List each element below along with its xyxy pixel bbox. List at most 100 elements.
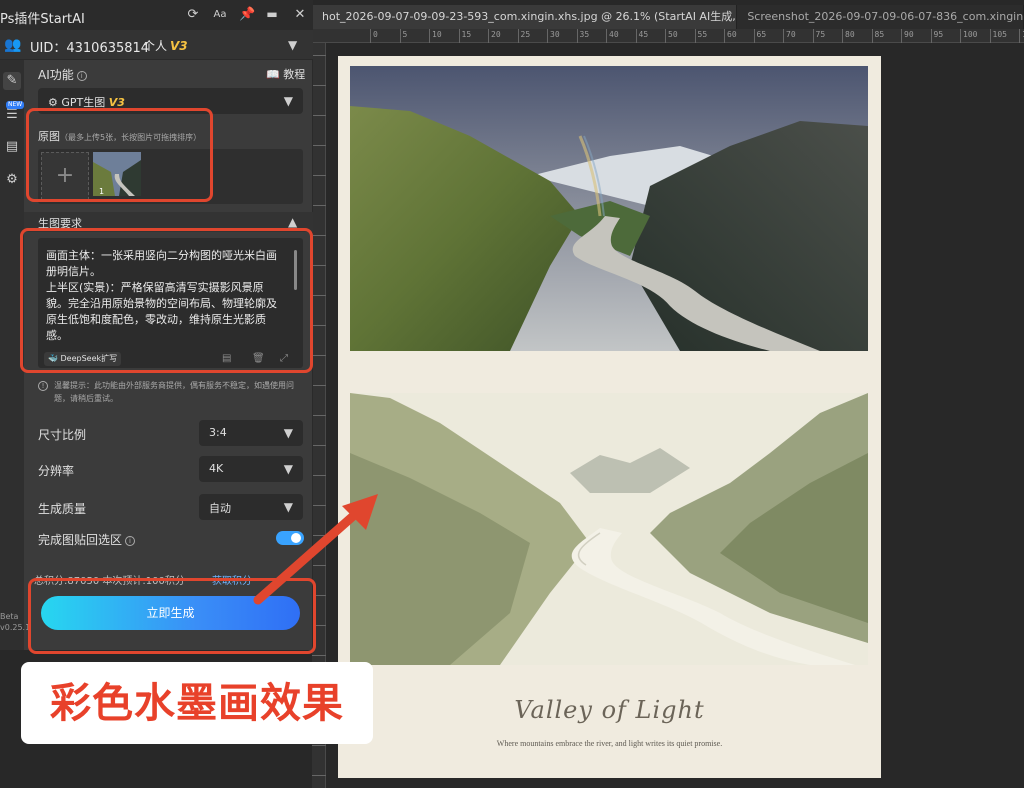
ruler-tick-label: 75 (815, 30, 826, 39)
landscape-photo (350, 66, 868, 351)
ruler-tick: 90 (901, 29, 914, 43)
edit-icon[interactable]: ✎ (3, 72, 21, 90)
ruler-tick (312, 205, 326, 206)
ruler-tick-label: 100 (963, 30, 978, 39)
document-caption: Where mountains embrace the river, and l… (496, 739, 723, 748)
ink-wash-painting (350, 393, 868, 665)
document-tab-active[interactable]: hot_2026-09-07-09-09-23-593_com.xingin.x… (312, 5, 738, 29)
ruler-tick-label: 45 (638, 30, 649, 39)
horizontal-ruler: 0 5 10 15 20 25 30 35 40 45 50 55 60 65 70 75 80 85 90 95 10… (312, 29, 1024, 43)
ruler-tick (312, 655, 326, 656)
ruler-tick (312, 265, 326, 266)
settings-icon[interactable]: ⚙ (3, 171, 21, 189)
ruler-tick (312, 775, 326, 776)
ruler-tick: 35 (576, 29, 589, 43)
ruler-tick: 75 (812, 29, 825, 43)
ruler-tick-label: 5 (402, 30, 408, 39)
ruler-tick-label: 30 (550, 30, 560, 39)
plan-badge: V3 (170, 39, 188, 53)
ruler-tick-label: 50 (668, 30, 678, 39)
document-tab-inactive[interactable]: Screenshot_2026-09-07-09-06-07-836_com.x… (737, 5, 1024, 29)
paste-back-label: 完成图贴回选区 i (38, 531, 136, 548)
clipboard-icon[interactable]: ▤ (3, 138, 21, 156)
ruler-tick: 25 (517, 29, 530, 43)
ruler-tick: 0 (370, 29, 378, 43)
info-icon: ! (38, 381, 48, 391)
ruler-tick: 5 (399, 29, 407, 43)
plan-label: 个人 V3 (143, 39, 188, 53)
highlight-box-requirements (20, 228, 313, 373)
ruler-tick (312, 145, 326, 146)
new-badge: NEW (6, 101, 25, 109)
ruler-tick (312, 385, 326, 386)
ruler-tick (312, 745, 326, 746)
ruler-tick: 65 (753, 29, 766, 43)
ruler-tick-label: 105 (992, 30, 1007, 39)
ruler-tick (312, 415, 326, 416)
ruler-tick: 55 (694, 29, 707, 43)
ruler-tick (312, 175, 326, 176)
minimize-icon[interactable]: ▬ (264, 7, 280, 21)
ruler-tick (312, 55, 326, 56)
ruler-tick (312, 235, 326, 236)
screenshot-root: hot_2026-09-07-09-09-23-593_com.xingin.x… (0, 0, 1024, 788)
ruler-tick: 105 (989, 29, 1007, 43)
ruler-tick (312, 295, 326, 296)
document-tab-bar: hot_2026-09-07-09-09-23-593_com.xingin.x… (312, 5, 1024, 29)
uid-text: UID：4310635814 (30, 41, 150, 56)
chevron-down-icon: ▼ (283, 462, 293, 476)
ruler-tick-label: 40 (609, 30, 619, 39)
chevron-down-icon[interactable]: ▼ (288, 38, 297, 52)
plugin-titlebar: Ps插件StartAI ⟳ Aa 📌 ▬ ✕ (0, 0, 313, 30)
ruler-tick-label: 10 (432, 30, 442, 39)
aspect-ratio-select[interactable]: 3:4 ▼ (199, 420, 303, 446)
plugin-title: Ps插件StartAI (0, 12, 85, 27)
ruler-tick: 30 (547, 29, 560, 43)
ruler-tick-label: 85 (874, 30, 885, 39)
document-title: Valley of Light (514, 696, 705, 724)
tutorial-link[interactable]: 📖 教程 (266, 66, 305, 82)
ruler-tick (312, 445, 326, 446)
info-icon: i (125, 535, 136, 546)
ruler-tick-label: 55 (697, 30, 708, 39)
ruler-tick: 110 (1019, 29, 1024, 43)
close-icon[interactable]: ✕ (292, 7, 308, 22)
ruler-tick: 40 (606, 29, 619, 43)
ruler-tick: 100 (960, 29, 977, 43)
ruler-tick-label: 35 (579, 30, 590, 39)
setting-label: 尺寸比例 (38, 428, 87, 442)
ruler-tick: 70 (783, 29, 796, 43)
resolution-select[interactable]: 4K ▼ (199, 456, 303, 482)
ruler-tick-label: 0 (373, 30, 378, 39)
ruler-tick-label: 95 (933, 30, 944, 39)
document-tab-label: hot_2026-09-07-09-09-23-593_com.xingin.x… (322, 10, 736, 23)
ruler-tick: 10 (429, 29, 442, 43)
chevron-down-icon: ▼ (283, 426, 293, 440)
user-bar[interactable]: 👥 UID：4310635814 个人 V3 ▼ (0, 30, 313, 60)
ruler-tick (312, 355, 326, 356)
ruler-tick-label: 60 (727, 30, 737, 39)
ruler-tick: 20 (488, 29, 501, 43)
ruler-tick: 85 (871, 29, 884, 43)
setting-label: 分辨率 (38, 464, 75, 478)
ruler-tick-label: 20 (491, 30, 501, 39)
ruler-tick: 50 (665, 29, 678, 43)
ruler-tick: 60 (724, 29, 737, 43)
highlight-box-source-image (26, 108, 213, 202)
refresh-icon[interactable]: ⟳ (185, 7, 201, 22)
ruler-tick (312, 115, 326, 116)
info-icon: i (76, 70, 87, 81)
ruler-tick-label: 80 (845, 30, 855, 39)
ruler-tick (312, 325, 326, 326)
ruler-tick-label: 15 (461, 30, 472, 39)
ruler-tick: 45 (635, 29, 648, 43)
annotation-label: 彩色水墨画效果 (21, 662, 373, 744)
canvas-document: Valley of Light Where mountains embrace … (338, 56, 881, 778)
ruler-tick-label: 25 (520, 30, 531, 39)
chevron-up-icon: ▲ (288, 215, 298, 229)
ruler-tick-label: 90 (904, 30, 914, 39)
font-size-icon[interactable]: Aa (212, 9, 228, 20)
pin-icon[interactable]: 📌 (239, 7, 255, 22)
document-tab-label: Screenshot_2026-09-07-09-06-07-836_com.x… (747, 10, 1024, 23)
ruler-tick: 15 (458, 29, 471, 43)
